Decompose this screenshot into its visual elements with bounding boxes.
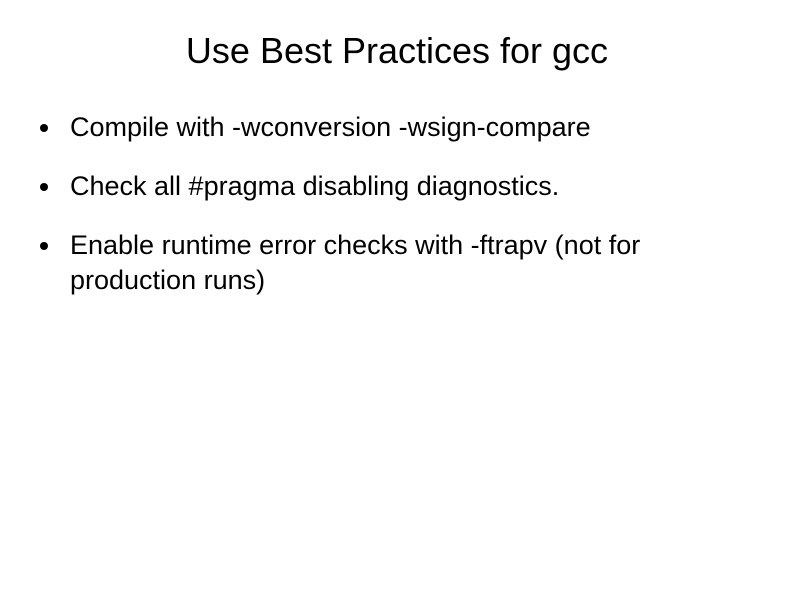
- list-item: Check all #pragma disabling diagnostics.: [40, 169, 754, 204]
- bullet-icon: [40, 124, 48, 132]
- slide-title: Use Best Practices for gcc: [0, 30, 794, 72]
- list-item: Compile with -wconversion -wsign-compare: [40, 110, 754, 145]
- bullet-text: Enable runtime error checks with -ftrapv…: [70, 228, 754, 298]
- bullet-text: Check all #pragma disabling diagnostics.: [70, 169, 754, 204]
- bullet-icon: [40, 242, 48, 250]
- bullet-text: Compile with -wconversion -wsign-compare: [70, 110, 754, 145]
- list-item: Enable runtime error checks with -ftrapv…: [40, 228, 754, 298]
- bullet-list: Compile with -wconversion -wsign-compare…: [0, 110, 794, 298]
- bullet-icon: [40, 183, 48, 191]
